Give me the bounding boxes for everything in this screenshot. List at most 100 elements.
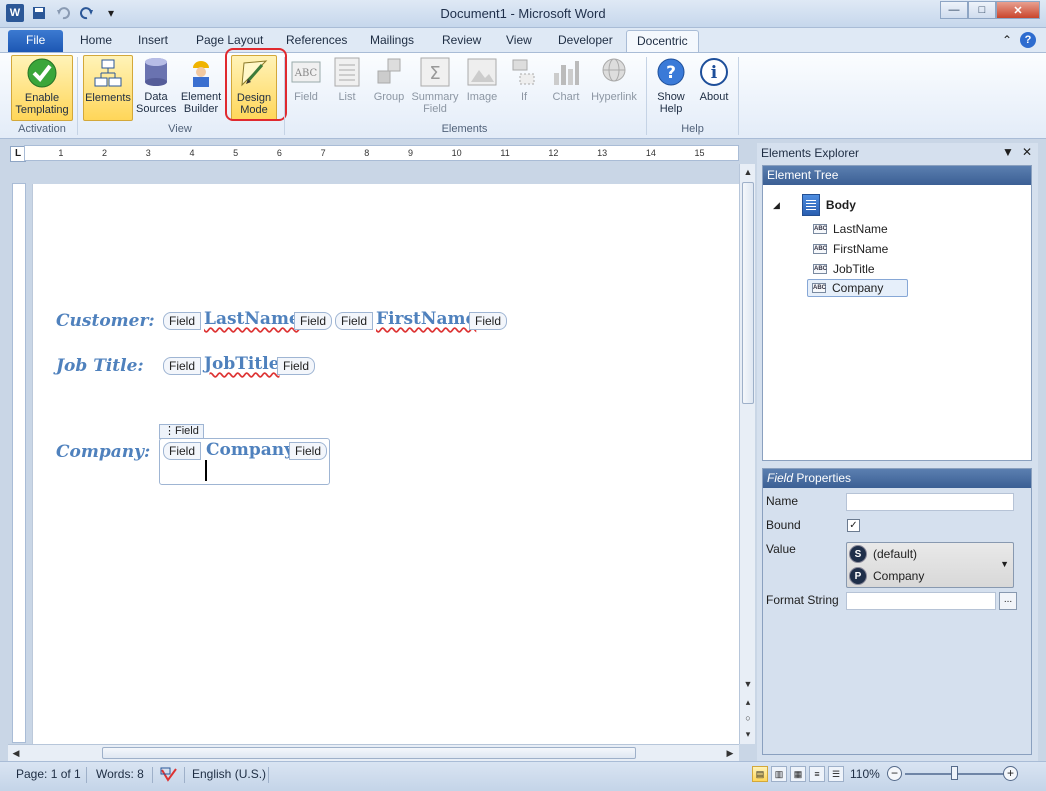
minimize-button[interactable]: — <box>940 1 968 19</box>
zoom-level[interactable]: 110% <box>850 767 880 781</box>
proofing-icon[interactable] <box>160 767 178 786</box>
image-button[interactable]: Image <box>464 55 500 121</box>
tree-node-jobtitle[interactable]: ABC JobTitle <box>813 262 875 276</box>
chart-button[interactable]: Chart <box>547 55 585 121</box>
field-properties-section: Field Properties Name Bound ✓ Value S (d… <box>762 468 1032 755</box>
field-start-tag[interactable]: Field <box>335 312 374 330</box>
format-string-browse-button[interactable]: ... <box>999 592 1017 610</box>
field-end-tag[interactable]: Field <box>289 442 328 460</box>
scroll-down-icon[interactable]: ▼ <box>740 676 756 692</box>
ruler-number: 7 <box>320 148 326 158</box>
web-layout-icon[interactable]: ▦ <box>790 766 806 782</box>
format-string-input[interactable] <box>846 592 996 610</box>
field-end-tag[interactable]: Field <box>277 357 316 375</box>
enable-templating-button[interactable]: Enable Templating <box>11 55 73 121</box>
previous-page-icon[interactable]: ▴ <box>740 694 756 710</box>
tree-node-company[interactable]: ABC Company <box>807 279 909 297</box>
page-count[interactable]: Page: 1 of 1 <box>16 767 81 781</box>
question-icon: ? <box>654 55 688 89</box>
vertical-scroll-thumb[interactable] <box>742 182 754 404</box>
tab-review[interactable]: Review <box>432 30 491 52</box>
design-field-tag[interactable]: ⋮Field <box>159 424 204 439</box>
tab-references[interactable]: References <box>276 30 357 52</box>
image-label: Image <box>466 91 498 103</box>
list-icon <box>330 55 364 89</box>
field-end-tag[interactable]: Field <box>294 312 333 330</box>
word-count[interactable]: Words: 8 <box>96 767 144 781</box>
tree-node-lastname[interactable]: ABC LastName <box>813 222 888 236</box>
hyperlink-button[interactable]: Hyperlink <box>588 55 640 121</box>
tab-mailings[interactable]: Mailings <box>360 30 424 52</box>
tree-node-firstname[interactable]: ABC FirstName <box>813 242 888 256</box>
tree-root-row[interactable]: ◢ Body <box>773 194 856 216</box>
group-elements-label: Elements <box>441 123 488 135</box>
close-button[interactable]: ✕ <box>996 1 1040 19</box>
scroll-right-icon[interactable]: ▶ <box>722 745 738 761</box>
panel-menu-icon[interactable]: ▼ <box>1002 145 1014 159</box>
field-end-tag[interactable]: Field <box>469 312 508 330</box>
svg-text:?: ? <box>666 63 676 83</box>
collapse-arrow-icon[interactable]: ◢ <box>773 200 780 211</box>
full-screen-reading-icon[interactable]: ▥ <box>771 766 787 782</box>
vertical-ruler[interactable] <box>12 183 26 743</box>
field-start-tag[interactable]: Field <box>163 357 202 375</box>
tab-developer[interactable]: Developer <box>548 30 623 52</box>
vertical-scrollbar[interactable]: ▲ ▼ ▴ ○ ▾ <box>739 164 755 744</box>
print-layout-view-icon[interactable]: ▤ <box>752 766 768 782</box>
document-page[interactable]: Customer: Field LastName Field Field Fir… <box>32 184 739 744</box>
name-input[interactable] <box>846 493 1014 511</box>
tab-insert[interactable]: Insert <box>128 30 178 52</box>
summary-field-button[interactable]: Σ Summary Field <box>411 55 459 121</box>
browse-object-icon[interactable]: ○ <box>740 710 756 726</box>
if-button[interactable]: If <box>508 55 540 121</box>
group-label: Group <box>373 91 405 103</box>
tab-view[interactable]: View <box>496 30 542 52</box>
scroll-left-icon[interactable]: ◀ <box>8 745 24 761</box>
value-dropdown[interactable]: S (default) P Company ▼ <box>846 542 1014 588</box>
jobtitle-field-value[interactable]: JobTitle <box>204 354 280 374</box>
draft-view-icon[interactable]: ☰ <box>828 766 844 782</box>
scroll-up-icon[interactable]: ▲ <box>740 164 756 180</box>
element-builder-button[interactable]: Element Builder <box>179 55 223 121</box>
company-field-value[interactable]: Company <box>206 440 294 460</box>
zoom-slider-handle[interactable] <box>951 766 958 780</box>
value-company: Company <box>873 569 925 583</box>
horizontal-ruler[interactable]: 1 2 3 4 5 6 7 8 9 10 11 12 13 14 15 <box>24 145 739 161</box>
ruler-number: 2 <box>102 148 108 158</box>
bound-checkbox[interactable]: ✓ <box>847 519 860 532</box>
design-mode-highlight-ring <box>225 48 287 121</box>
horizontal-scroll-thumb[interactable] <box>102 747 636 759</box>
dropdown-arrow-icon[interactable]: ▼ <box>1000 559 1009 569</box>
window-title: Document1 - Microsoft Word <box>440 6 606 21</box>
next-page-icon[interactable]: ▾ <box>740 726 756 742</box>
maximize-button[interactable]: □ <box>968 1 996 19</box>
show-help-button[interactable]: ? Show Help <box>651 55 691 121</box>
zoom-out-icon[interactable]: − <box>887 766 902 781</box>
field-start-tag[interactable]: Field <box>163 312 202 330</box>
firstname-field-value[interactable]: FirstName <box>376 309 476 329</box>
data-sources-label: Data Sources <box>136 91 177 115</box>
name-label: Name <box>766 494 799 508</box>
language[interactable]: English (U.S.) <box>192 767 266 781</box>
horizontal-scrollbar[interactable]: ◀ ▶ <box>8 744 739 761</box>
lastname-field-value[interactable]: LastName <box>204 309 300 329</box>
tab-file[interactable]: File <box>8 30 64 52</box>
ribbon-tabs: File Home Insert Page Layout References … <box>0 28 1046 52</box>
database-icon <box>139 55 173 89</box>
zoom-in-icon[interactable]: + <box>1003 766 1018 781</box>
data-sources-button[interactable]: Data Sources <box>135 55 177 121</box>
field-button[interactable]: ABC Field <box>289 55 323 121</box>
outline-view-icon[interactable]: ≡ <box>809 766 825 782</box>
about-button[interactable]: i About <box>694 55 734 121</box>
group-button[interactable]: Group <box>370 55 408 121</box>
ruler-numbers: 1 2 3 4 5 6 7 8 9 10 11 12 13 14 15 <box>25 148 738 158</box>
panel-close-icon[interactable]: ✕ <box>1022 145 1032 159</box>
list-button[interactable]: List <box>330 55 364 121</box>
bound-label: Bound <box>766 518 801 532</box>
tab-docentric[interactable]: Docentric <box>626 30 699 52</box>
tab-home[interactable]: Home <box>70 30 122 52</box>
minimize-ribbon-icon[interactable]: ⌃ <box>1002 33 1012 47</box>
help-icon[interactable]: ? <box>1020 32 1036 48</box>
field-start-tag[interactable]: Field <box>163 442 202 460</box>
elements-button[interactable]: Elements <box>83 55 133 121</box>
